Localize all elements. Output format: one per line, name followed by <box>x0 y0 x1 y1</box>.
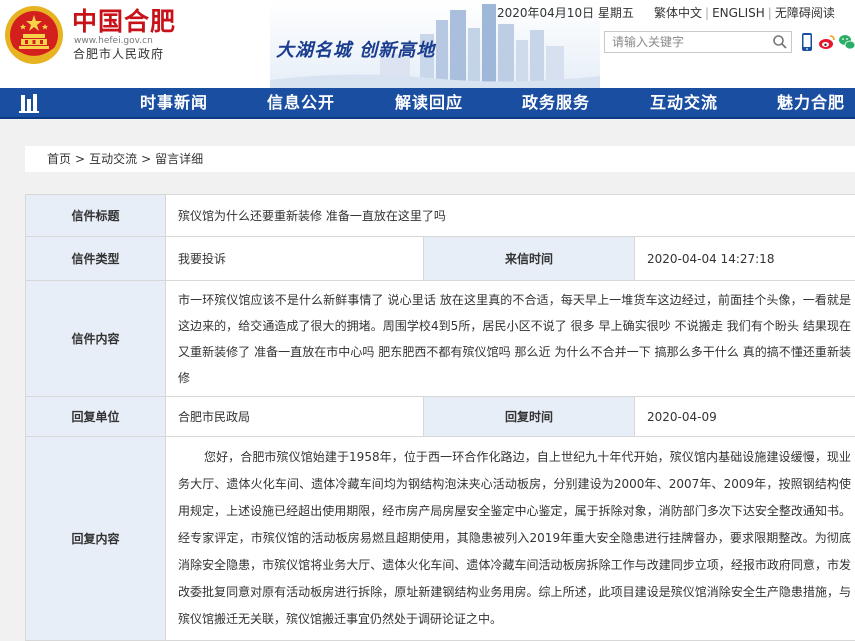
content-value: 市一环殡仪馆应该不是什么新鲜事情了 说心里话 放在这里真的不合适，每天早上一堆货… <box>165 280 855 397</box>
breadcrumb: 首页 > 互动交流 > 留言详细 <box>25 146 855 172</box>
breadcrumb-separator: > <box>75 152 86 166</box>
nav-interpretation[interactable]: 解读回应 <box>395 88 463 117</box>
weibo-icon[interactable] <box>818 32 836 52</box>
breadcrumb-interaction[interactable]: 互动交流 <box>89 152 137 166</box>
mobile-icon[interactable] <box>798 32 816 52</box>
top-links: 繁体中文 | ENGLISH | 无障碍阅读 <box>654 6 835 20</box>
search-icon[interactable] <box>772 34 788 50</box>
time-value: 2020-04-04 14:27:18 <box>634 236 855 281</box>
current-date: 2020年04月10日 星期五 <box>497 6 634 20</box>
reply-time-value: 2020-04-09 <box>634 396 855 437</box>
national-emblem-icon <box>5 6 63 64</box>
time-label: 来信时间 <box>423 236 635 281</box>
reply-unit-value: 合肥市民政局 <box>165 396 424 437</box>
breadcrumb-separator: > <box>141 152 152 166</box>
table-row: 回复内容 您好，合肥市殡仪馆始建于1958年，位于西一环合作化路边，自上世纪九十… <box>25 436 855 641</box>
reply-content-label: 回复内容 <box>25 436 166 641</box>
nav-home[interactable] <box>0 88 58 117</box>
divider: | <box>767 6 772 20</box>
traditional-chinese-link[interactable]: 繁体中文 <box>654 6 702 20</box>
site-header: 中国合肥 www.hefei.gov.cn 合肥市人民政府 大湖名城 创新高地 … <box>0 0 855 88</box>
reply-unit-label: 回复单位 <box>25 396 166 437</box>
site-title[interactable]: 中国合肥 <box>72 8 176 36</box>
breadcrumb-home[interactable]: 首页 <box>47 152 71 166</box>
site-subtitle: 合肥市人民政府 <box>73 47 165 61</box>
main-nav: 时事新闻 信息公开 解读回应 政务服务 互动交流 魅力合肥 <box>0 88 855 119</box>
site-url: www.hefei.gov.cn <box>74 36 153 46</box>
nav-info-disclosure[interactable]: 信息公开 <box>267 88 335 117</box>
reply-time-label: 回复时间 <box>423 396 635 437</box>
slogan: 大湖名城 创新高地 <box>276 40 436 61</box>
nav-current-news[interactable]: 时事新闻 <box>140 88 208 117</box>
type-label: 信件类型 <box>25 236 166 281</box>
table-row: 信件内容 市一环殡仪馆应该不是什么新鲜事情了 说心里话 放在这里真的不合适，每天… <box>25 280 855 397</box>
content-label: 信件内容 <box>25 280 166 397</box>
divider: | <box>705 6 710 20</box>
english-link[interactable]: ENGLISH <box>712 6 765 20</box>
search-box <box>604 31 792 53</box>
breadcrumb-current: 留言详细 <box>155 152 204 166</box>
accessibility-link[interactable]: 无障碍阅读 <box>775 6 835 20</box>
table-row: 回复单位 合肥市民政局 回复时间 2020-04-09 <box>25 396 855 437</box>
reply-content-value: 您好，合肥市殡仪馆始建于1958年，位于西一环合作化路边，自上世纪九十年代开始，… <box>165 436 855 641</box>
building-icon <box>19 93 39 113</box>
table-row: 信件类型 我要投诉 来信时间 2020-04-04 14:27:18 <box>25 236 855 281</box>
nav-interaction[interactable]: 互动交流 <box>650 88 718 117</box>
table-row: 信件标题 殡仪馆为什么还要重新装修 准备一直放在这里了吗 <box>25 194 855 237</box>
nav-government-services[interactable]: 政务服务 <box>522 88 590 117</box>
title-label: 信件标题 <box>25 194 166 237</box>
wechat-icon[interactable] <box>838 32 855 52</box>
type-value: 我要投诉 <box>165 236 424 281</box>
letter-detail-table: 信件标题 殡仪馆为什么还要重新装修 准备一直放在这里了吗 信件类型 我要投诉 来… <box>25 194 855 641</box>
search-input[interactable] <box>605 32 771 52</box>
title-value: 殡仪馆为什么还要重新装修 准备一直放在这里了吗 <box>165 194 855 237</box>
nav-charm-hefei[interactable]: 魅力合肥 <box>777 88 845 117</box>
